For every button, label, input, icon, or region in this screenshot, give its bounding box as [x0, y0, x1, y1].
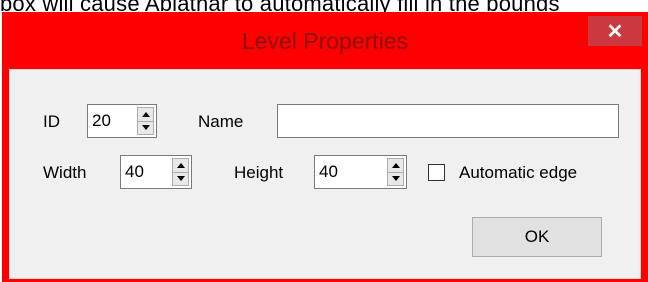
dialog-title: Level Properties: [241, 28, 409, 54]
id-increment-button[interactable]: [138, 108, 153, 122]
title-bar: Level Properties ✕: [2, 12, 648, 68]
automatic-edge-label[interactable]: Automatic edge: [459, 163, 577, 183]
height-increment-button[interactable]: [388, 159, 403, 173]
height-decrement-button[interactable]: [388, 172, 403, 185]
chevron-up-icon: [141, 112, 150, 117]
chevron-down-icon: [141, 125, 150, 130]
id-decrement-button[interactable]: [138, 121, 153, 134]
automatic-edge-checkbox[interactable]: [428, 164, 445, 181]
dialog-content: ID 20 Name Width 40 Height 40 Automatic …: [9, 69, 641, 279]
chevron-down-icon: [391, 176, 400, 181]
height-value: 40: [319, 162, 338, 181]
name-input[interactable]: [277, 104, 619, 138]
chevron-up-icon: [391, 163, 400, 168]
width-spinner: [172, 158, 189, 186]
name-label: Name: [198, 112, 244, 131]
height-spinner: [387, 158, 404, 186]
width-decrement-button[interactable]: [173, 172, 188, 185]
id-spinner: [137, 107, 154, 135]
id-numeric-field[interactable]: 20: [87, 104, 157, 138]
width-label: Width: [43, 163, 87, 182]
width-numeric-field[interactable]: 40: [120, 155, 192, 189]
id-value: 20: [92, 111, 111, 130]
chevron-up-icon: [176, 163, 185, 168]
width-increment-button[interactable]: [173, 159, 188, 173]
level-properties-dialog: Level Properties ✕ ID 20 Name Width 40 H…: [2, 12, 648, 282]
chevron-down-icon: [176, 176, 185, 181]
id-label: ID: [43, 112, 60, 131]
close-button[interactable]: ✕: [588, 16, 642, 46]
close-icon: ✕: [606, 20, 624, 43]
height-numeric-field[interactable]: 40: [314, 155, 407, 189]
height-label: Height: [234, 163, 284, 182]
ok-button[interactable]: OK: [472, 217, 602, 257]
width-value: 40: [125, 162, 144, 181]
